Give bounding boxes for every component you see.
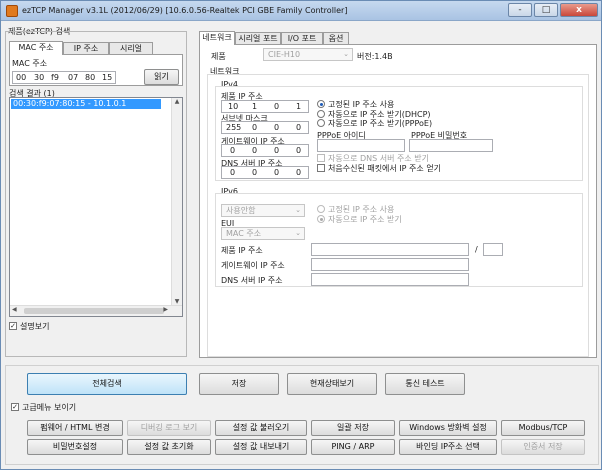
search-all-button[interactable]: 전체검색 (27, 373, 187, 395)
comm-test-button[interactable]: 통신 테스트 (385, 373, 465, 395)
windows-firewall-button[interactable]: Windows 방화벽 설정 (399, 420, 497, 436)
pppoe-label: 자동으로 IP 주소 받기(PPPoE) (328, 119, 433, 128)
pppoe-id-input[interactable] (317, 139, 405, 152)
modbus-tcp-button[interactable]: Modbus/TCP (501, 420, 585, 436)
ip-octet: 10 (228, 102, 239, 111)
maximize-button[interactable]: □ (534, 3, 558, 17)
first-packet-checkbox[interactable] (317, 164, 325, 172)
scroll-thumb[interactable] (24, 308, 164, 314)
dns-octet: 0 (296, 168, 302, 177)
ipv6-prefix-input[interactable] (483, 243, 503, 256)
gateway-octet: 0 (252, 146, 258, 155)
scroll-left-icon[interactable]: ◀ (12, 306, 17, 313)
ip-address-input[interactable]: 10 1 0 1 (221, 100, 309, 113)
ipv6-mode-value: 사용안함 (226, 206, 256, 215)
dhcp-radio[interactable] (317, 110, 325, 118)
minimize-button[interactable]: - (508, 3, 532, 17)
auto-dns-checkbox[interactable] (317, 154, 325, 162)
vertical-scrollbar[interactable]: ▲ ▼ (171, 98, 182, 305)
gateway-octet: 0 (274, 146, 280, 155)
mac-label: MAC 주소 (12, 59, 48, 68)
ip-octet: 1 (296, 102, 302, 111)
show-comment-checkbox[interactable]: ✓ (9, 322, 17, 330)
subnet-input[interactable]: 255 0 0 0 (221, 121, 309, 134)
subnet-octet: 255 (226, 123, 242, 132)
pppoe-password-input[interactable] (409, 139, 493, 152)
mac-octet: f9 (51, 73, 59, 82)
scroll-down-icon[interactable]: ▼ (172, 298, 182, 305)
tab-network[interactable]: 네트워크 (199, 31, 235, 45)
save-certificate-button[interactable]: 인증서 저장 (501, 439, 585, 455)
gateway-octet: 0 (296, 146, 302, 155)
password-settings-button[interactable]: 비밀번호설정 (27, 439, 123, 455)
product-label: 제품 (211, 52, 226, 61)
eui-value: MAC 주소 (226, 229, 262, 238)
mac-octet: 07 (68, 73, 79, 82)
ipv6-static-radio[interactable] (317, 205, 325, 213)
title-bar: ezTCP Manager v3.1L (2012/06/29) [10.6.0… (1, 1, 601, 21)
reset-settings-button[interactable]: 설정 값 초기화 (127, 439, 211, 455)
chevron-down-icon: ⌄ (295, 206, 301, 214)
scroll-right-icon[interactable]: ▶ (163, 306, 168, 313)
mac-address-input[interactable]: 00 30 f9 07 80 15 (12, 71, 116, 84)
static-ip-radio[interactable] (317, 100, 325, 108)
ipv6-ip-label: 제품 IP 주소 (221, 246, 263, 255)
version-label: 버전:1.4B (357, 52, 393, 61)
eui-select[interactable]: MAC 주소 ⌄ (221, 227, 305, 240)
ipv6-auto-radio[interactable] (317, 215, 325, 223)
chevron-down-icon: ⌄ (343, 50, 349, 58)
export-settings-button[interactable]: 설정 값 내보내기 (215, 439, 307, 455)
pppoe-radio[interactable] (317, 119, 325, 127)
mac-octet: 15 (102, 73, 113, 82)
show-comment-label: 설명보기 (20, 322, 50, 331)
first-packet-label: 처음수신된 패킷에서 IP 주소 얻기 (328, 164, 442, 173)
product-value: CIE-H10 (268, 50, 301, 59)
prefix-separator: / (475, 245, 478, 254)
advanced-menu-label: 고급메뉴 보이기 (22, 403, 77, 412)
mac-octet: 30 (34, 73, 45, 82)
mac-octet: 00 (16, 73, 27, 82)
subnet-octet: 0 (252, 123, 258, 132)
subnet-octet: 0 (274, 123, 280, 132)
ip-octet: 0 (274, 102, 280, 111)
window-title: ezTCP Manager v3.1L (2012/06/29) [10.6.0… (22, 6, 348, 15)
app-window: ezTCP Manager v3.1L (2012/06/29) [10.6.0… (0, 0, 602, 470)
ipv6-gateway-label: 게이트웨이 IP 주소 (221, 261, 285, 270)
load-settings-button[interactable]: 설정 값 불러오기 (215, 420, 307, 436)
dns-octet: 0 (274, 168, 280, 177)
close-button[interactable]: x (560, 3, 598, 17)
ip-octet: 1 (252, 102, 258, 111)
advanced-menu-checkbox[interactable]: ✓ (11, 403, 19, 411)
save-button[interactable]: 저장 (199, 373, 279, 395)
ping-arp-button[interactable]: PING / ARP (311, 439, 395, 455)
ipv6-mode-select[interactable]: 사용안함 ⌄ (221, 204, 305, 217)
mac-octet: 80 (85, 73, 96, 82)
search-results-list[interactable]: 00:30:f9:07:80:15 - 10.1.0.1 ▲ ▼ ◀ ▶ (9, 97, 183, 317)
product-select[interactable]: CIE-H10 ⌄ (263, 48, 353, 61)
gateway-octet: 0 (230, 146, 236, 155)
firmware-html-button[interactable]: 펌웨어 / HTML 변경 (27, 420, 123, 436)
ipv6-gateway-input[interactable] (311, 258, 469, 271)
bind-ip-button[interactable]: 바인딩 IP주소 선택 (399, 439, 497, 455)
batch-save-button[interactable]: 일괄 저장 (311, 420, 395, 436)
horizontal-scrollbar[interactable]: ◀ ▶ (10, 305, 182, 316)
ipv6-dns-label: DNS 서버 IP 주소 (221, 276, 283, 285)
scroll-up-icon[interactable]: ▲ (172, 98, 182, 105)
tab-search-mac[interactable]: MAC 주소 (9, 41, 63, 55)
app-icon (6, 5, 18, 17)
ipv6-auto-label: 자동으로 IP 주소 받기 (328, 215, 402, 224)
chevron-down-icon: ⌄ (295, 229, 301, 237)
debug-log-button[interactable]: 디버깅 로그 보기 (127, 420, 211, 436)
view-status-button[interactable]: 현재상태보기 (287, 373, 377, 395)
dns-input[interactable]: 0 0 0 0 (221, 166, 309, 179)
gateway-input[interactable]: 0 0 0 0 (221, 144, 309, 157)
subnet-octet: 0 (296, 123, 302, 132)
dns-octet: 0 (252, 168, 258, 177)
ipv6-ip-input[interactable] (311, 243, 469, 256)
read-button[interactable]: 읽기 (144, 69, 179, 85)
dns-octet: 0 (230, 168, 236, 177)
ipv6-dns-input[interactable] (311, 273, 469, 286)
list-item[interactable]: 00:30:f9:07:80:15 - 10.1.0.1 (11, 99, 161, 109)
